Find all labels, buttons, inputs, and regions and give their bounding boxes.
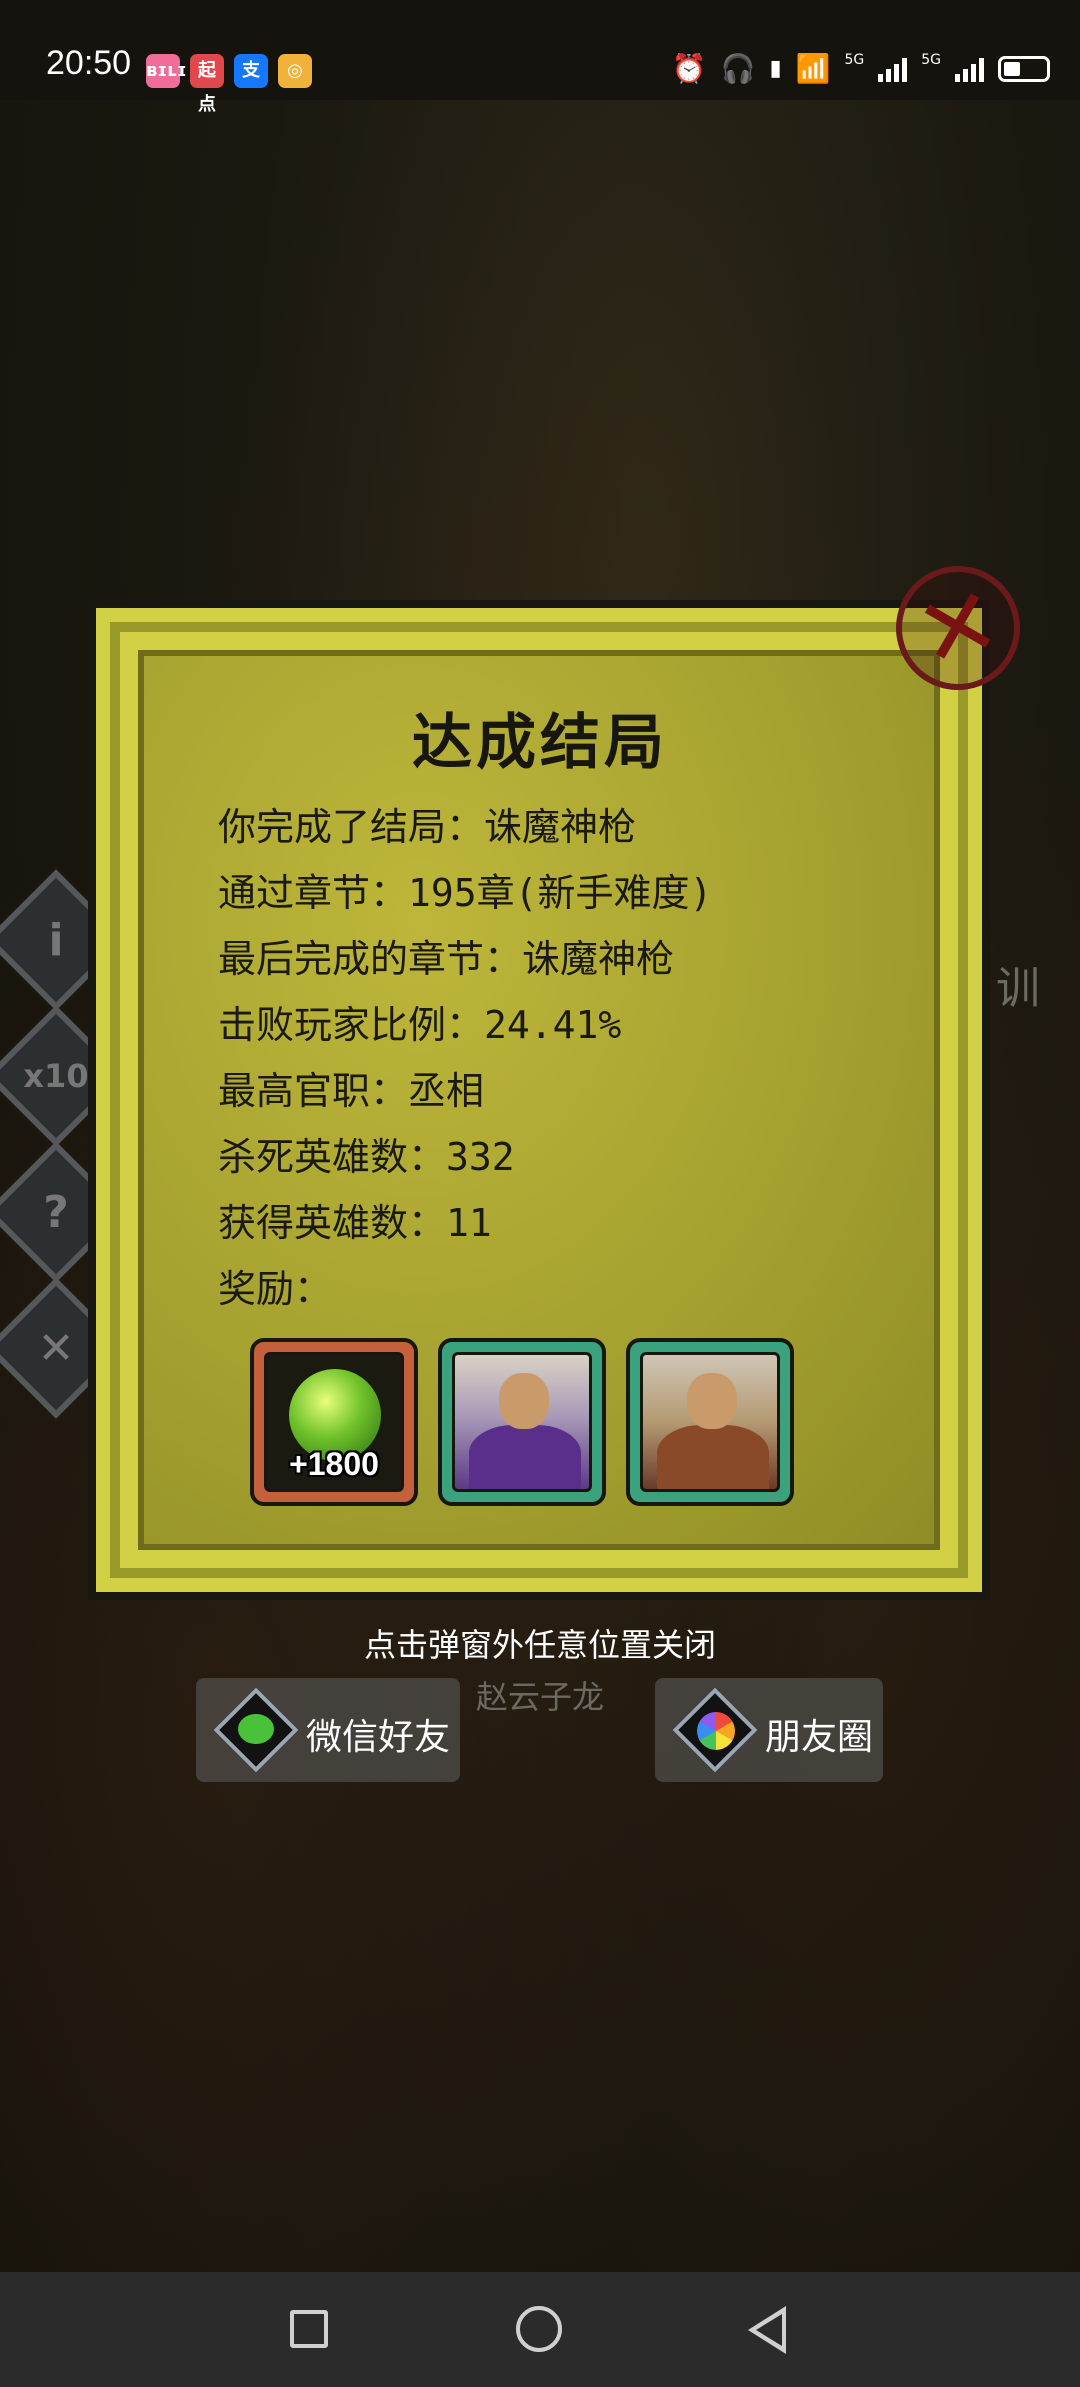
- notification-icons: ʙɪʟɪ 起点 支 ◎: [146, 54, 312, 115]
- last-chapter-line: 最后完成的章节：诛魔神枪: [218, 937, 675, 981]
- chapters-line: 通过章节：195章(新手难度): [218, 871, 713, 915]
- hero-2-body: [657, 1425, 769, 1489]
- moments-icon: [672, 1687, 758, 1773]
- share-wechat-button[interactable]: 微信好友: [196, 1678, 460, 1782]
- close-icon: ✕: [904, 563, 1012, 693]
- defeat-ratio-line: 击败玩家比例：24.41%: [218, 1003, 622, 1047]
- help-icon: ?: [43, 1186, 69, 1238]
- alipay-icon: 支: [234, 54, 268, 88]
- wechat-icon: [213, 1687, 299, 1773]
- reward-hero-1[interactable]: [438, 1338, 606, 1506]
- alarm-icon: ⏰: [671, 52, 707, 85]
- reward-gem-frame: +1800: [264, 1352, 404, 1492]
- reward-gem[interactable]: +1800: [250, 1338, 418, 1506]
- speed-label: x10: [23, 1057, 89, 1095]
- heroes-obtained-line: 获得英雄数：11: [218, 1201, 492, 1245]
- hero-1-body: [469, 1425, 581, 1489]
- exit-icon: ✕: [37, 1322, 75, 1374]
- navigation-bar: [0, 2272, 1080, 2387]
- signal-label-2: 5G: [921, 52, 941, 68]
- share-moments-button[interactable]: 朋友圈: [655, 1678, 883, 1782]
- status-time: 20:50: [46, 44, 132, 82]
- status-bar: 20:50 ʙɪʟɪ 起点 支 ◎ ⏰ 🎧 ▮ 📶 5G 5G: [0, 0, 1080, 115]
- wifi-icon: 📶: [795, 52, 831, 85]
- share-wechat-label: 微信好友: [306, 1717, 451, 1758]
- highest-rank-line: 最高官职：丞相: [218, 1069, 485, 1113]
- reward-count: +1800: [289, 1446, 379, 1482]
- hero-1-face: [499, 1373, 549, 1429]
- info-icon: i: [48, 914, 64, 966]
- share-moments-label: 朋友圈: [765, 1717, 874, 1758]
- hero-portrait-1: [452, 1352, 592, 1492]
- heroes-killed-line: 杀死英雄数：332: [218, 1135, 515, 1179]
- background-hero-name: 赵云子龙: [475, 1678, 604, 1716]
- signal-bars-1-icon: [878, 56, 908, 82]
- home-icon[interactable]: [516, 2306, 562, 2352]
- hero-portrait-2: [640, 1352, 780, 1492]
- bilibili-icon: ʙɪʟɪ: [146, 54, 187, 88]
- qidian-icon: 起点: [190, 54, 224, 115]
- dialog-title: 达成结局: [412, 708, 668, 778]
- battery-saver-icon: ▮: [769, 56, 782, 81]
- hero-2-face: [687, 1373, 737, 1429]
- recents-icon[interactable]: [290, 2310, 328, 2348]
- reward-hero-2[interactable]: [626, 1338, 794, 1506]
- signal-bars-2-icon: [955, 56, 984, 82]
- close-hint: 点击弹窗外任意位置关闭: [363, 1626, 716, 1664]
- signal-label-1: 5G: [844, 52, 865, 68]
- ending-line: 你完成了结局：诛魔神枪: [218, 805, 637, 849]
- headphones-icon: 🎧: [720, 52, 756, 85]
- rewards-label: 奖励：: [218, 1267, 333, 1311]
- app-icon: ◎: [278, 54, 312, 88]
- background-fragment-text: 训: [996, 963, 1040, 1014]
- back-icon[interactable]: [748, 2306, 786, 2354]
- battery-icon: [998, 55, 1050, 82]
- status-indicators: ⏰ 🎧 ▮ 📶 5G 5G: [672, 52, 1050, 85]
